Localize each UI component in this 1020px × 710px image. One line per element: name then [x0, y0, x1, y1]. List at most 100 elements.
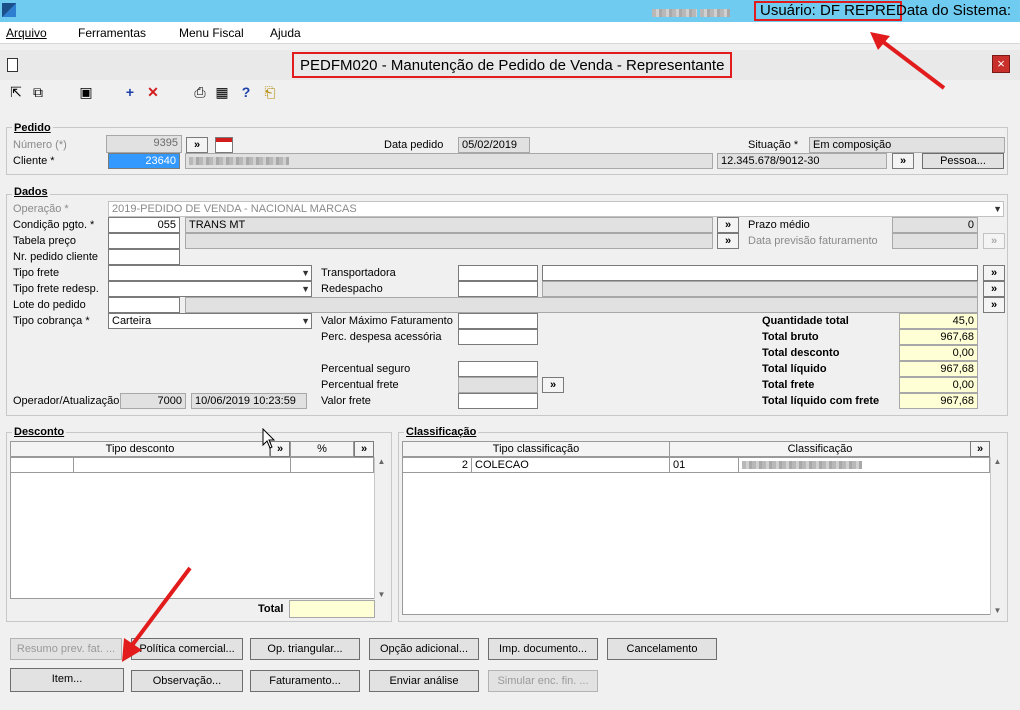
chevron-down-icon: ▼	[301, 284, 310, 294]
pedido-group-title: Pedido	[12, 122, 53, 134]
prazo-field: 0	[892, 217, 978, 233]
desconto-col-pct[interactable]: %	[290, 441, 354, 457]
close-button[interactable]: ×	[992, 55, 1010, 73]
perc-frete-button[interactable]: »	[542, 377, 564, 393]
politica-comercial-button[interactable]: Política comercial...	[131, 638, 243, 660]
tipo-cobranca-value: Carteira	[112, 315, 152, 327]
desconto-row-cell-3[interactable]	[290, 457, 374, 473]
menu-fiscal[interactable]: Menu Fiscal	[179, 26, 244, 40]
total-label-liquido: Total líquido	[762, 363, 827, 375]
tipo-frete-select[interactable]: ▼	[108, 265, 312, 281]
operador-label: Operador/Atualização	[13, 395, 120, 407]
data-pedido-label: Data pedido	[384, 139, 444, 151]
chevron-down-icon: ▼	[993, 204, 1002, 214]
transportadora-code-field[interactable]	[458, 265, 538, 281]
tipo-cobranca-select[interactable]: Carteira ▼	[108, 313, 312, 329]
classificacao-lookup-button[interactable]: »	[970, 441, 990, 457]
delete-icon[interactable]: ✕	[145, 84, 161, 100]
lote-code-field[interactable]	[108, 297, 180, 313]
desconto-total-field	[289, 600, 375, 618]
perc-despesa-field[interactable]	[458, 329, 538, 345]
perc-seguro-label: Percentual seguro	[321, 363, 411, 375]
help-icon[interactable]: ?	[238, 84, 254, 100]
faturamento-button[interactable]: Faturamento...	[250, 670, 360, 692]
calendar-icon[interactable]	[215, 137, 233, 153]
total-label-desconto: Total desconto	[762, 347, 840, 359]
classificacao-row-num[interactable]: 2	[402, 457, 472, 473]
cancelamento-button[interactable]: Cancelamento	[607, 638, 717, 660]
classificacao-group-title: Classificação	[404, 426, 479, 438]
tabela-code-field[interactable]	[108, 233, 180, 249]
numero-field[interactable]: 9395	[106, 135, 182, 153]
perc-seguro-field[interactable]	[458, 361, 538, 377]
desconto-pct-lookup-button[interactable]: »	[354, 441, 374, 457]
print-icon[interactable]: ⎙	[192, 84, 208, 100]
tipo-cobranca-label: Tipo cobrança *	[13, 315, 90, 327]
observacao-button[interactable]: Observação...	[131, 670, 243, 692]
opcao-adicional-button[interactable]: Opção adicional...	[369, 638, 479, 660]
valor-max-label: Valor Máximo Faturamento	[321, 315, 453, 327]
condicao-lookup-button[interactable]: »	[717, 217, 739, 233]
table-icon[interactable]: ▦	[214, 84, 230, 100]
desconto-tipo-lookup-button[interactable]: »	[270, 441, 290, 457]
perc-frete-field	[458, 377, 538, 393]
operacao-select[interactable]: 2019-PEDIDO DE VENDA - NACIONAL MARCAS ▼	[108, 201, 1004, 217]
condicao-code-field[interactable]: 055	[108, 217, 180, 233]
classificacao-row-code[interactable]: 01	[669, 457, 739, 473]
numero-lookup-button[interactable]: »	[186, 137, 208, 153]
blurred-user-info	[652, 7, 731, 19]
menu-ajuda[interactable]: Ajuda	[270, 26, 301, 40]
desconto-row-cell-2[interactable]	[73, 457, 291, 473]
valor-max-field[interactable]	[458, 313, 538, 329]
operacao-label: Operação *	[13, 203, 69, 215]
classificacao-row-desc[interactable]	[738, 457, 990, 473]
arrow-in-icon[interactable]: ⇱	[8, 84, 24, 100]
item-button[interactable]: Item...	[10, 668, 124, 692]
classificacao-col-class[interactable]: Classificação	[669, 441, 971, 457]
imp-documento-button[interactable]: Imp. documento...	[488, 638, 598, 660]
previsao-button[interactable]: »	[983, 233, 1005, 249]
op-triangular-button[interactable]: Op. triangular...	[250, 638, 360, 660]
classificacao-row-tipo[interactable]: COLECAO	[471, 457, 670, 473]
redespacho-lookup-button[interactable]: »	[983, 281, 1005, 297]
tabela-lookup-button[interactable]: »	[717, 233, 739, 249]
tabela-desc-field	[185, 233, 713, 249]
valor-frete-field[interactable]	[458, 393, 538, 409]
add-icon[interactable]: +	[122, 84, 138, 100]
classificacao-scrollbar[interactable]: ▲ ▼	[990, 457, 1004, 615]
pessoa-button[interactable]: Pessoa...	[922, 153, 1004, 169]
desconto-row-cell-1[interactable]	[10, 457, 74, 473]
user-label: Usuário: DF REPRE	[754, 1, 902, 21]
classificacao-col-tipo[interactable]: Tipo classificação	[402, 441, 670, 457]
simular-enc-fin-button[interactable]: Simular enc. fin. ...	[488, 670, 598, 692]
transportadora-label: Transportadora	[321, 267, 396, 279]
save-icon[interactable]: ▣	[78, 84, 94, 100]
previsao-label: Data previsão faturamento	[748, 235, 878, 247]
nr-pedido-label: Nr. pedido cliente	[13, 251, 98, 263]
exit-icon[interactable]: ⎗	[262, 84, 278, 100]
redespacho-label: Redespacho	[321, 283, 383, 295]
tipo-frete-redesp-select[interactable]: ▼	[108, 281, 312, 297]
numero-label: Número (*)	[13, 139, 67, 151]
desconto-total-label: Total	[258, 603, 284, 615]
cliente-code-field[interactable]: 23640	[108, 153, 180, 169]
transportadora-lookup-button[interactable]: »	[983, 265, 1005, 281]
nr-pedido-field[interactable]	[108, 249, 180, 265]
chevron-down-icon: ▼	[301, 268, 310, 278]
copy-icon[interactable]: ⧉	[30, 84, 46, 100]
cliente-lookup-button[interactable]: »	[892, 153, 914, 169]
total-value-bruto: 967,68	[899, 329, 978, 345]
menu-arquivo[interactable]: Arquivo	[6, 26, 47, 40]
menu-bar: Arquivo Ferramentas Menu Fiscal Ajuda	[0, 22, 1020, 44]
transportadora-name-field	[542, 265, 978, 281]
menu-ferramentas[interactable]: Ferramentas	[78, 26, 146, 40]
desconto-scrollbar[interactable]: ▲ ▼	[374, 457, 388, 599]
total-label-liquido-frete: Total líquido com frete	[762, 395, 880, 407]
enviar-analise-button[interactable]: Enviar análise	[369, 670, 479, 692]
desconto-col-tipo[interactable]: Tipo desconto	[10, 441, 270, 457]
lote-lookup-button[interactable]: »	[983, 297, 1005, 313]
operador-field: 7000	[120, 393, 186, 409]
resumo-prev-fat-button[interactable]: Resumo prev. fat. ...	[10, 638, 122, 660]
cliente-name-field	[185, 153, 713, 169]
redespacho-code-field[interactable]	[458, 281, 538, 297]
